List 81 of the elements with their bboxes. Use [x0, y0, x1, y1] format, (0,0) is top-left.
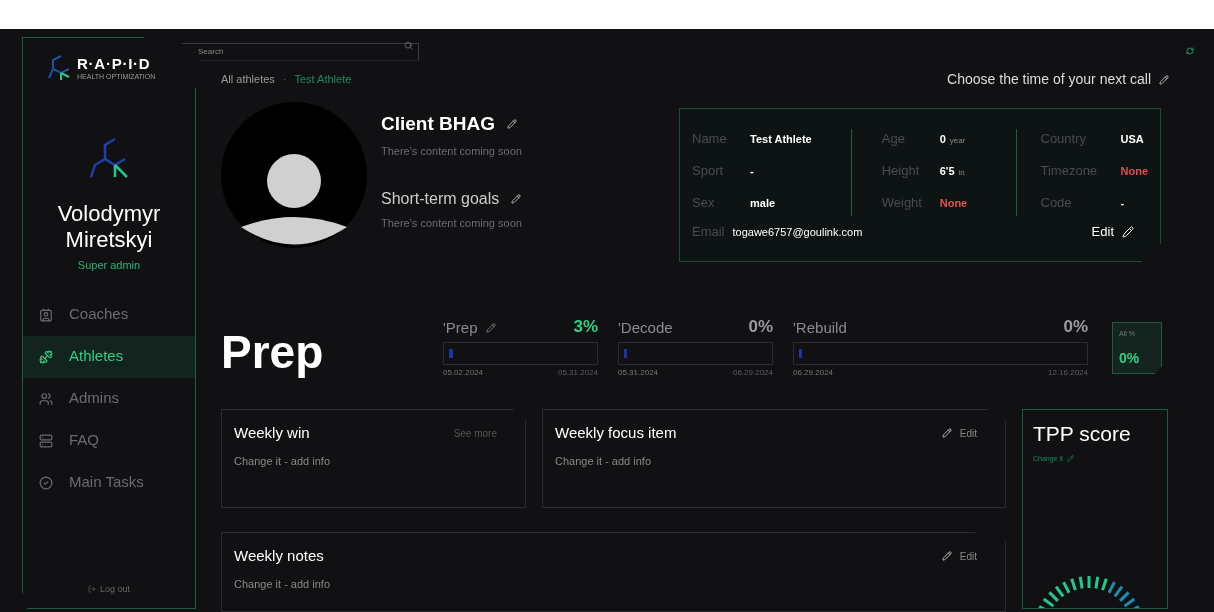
- field-value: -: [1120, 196, 1125, 211]
- edit-link[interactable]: Edit: [959, 548, 977, 564]
- pencil-icon[interactable]: [1066, 455, 1074, 463]
- field-value: USA: [1120, 132, 1144, 147]
- stack-icon: [39, 433, 53, 448]
- edit-link[interactable]: Edit: [959, 425, 977, 441]
- phase-percent: 0%: [748, 316, 773, 338]
- user-role: Super admin: [77, 258, 141, 273]
- field-label: Sport: [692, 162, 725, 180]
- field-value: None: [939, 196, 968, 211]
- logo-text: R·A·P·I·D: [77, 56, 152, 71]
- start-date: 05.02.2024: [443, 366, 484, 379]
- score-title: TPP score: [1033, 421, 1132, 447]
- nav-item[interactable]: Admins: [23, 377, 195, 420]
- start-date: 05.31.2024: [618, 366, 659, 379]
- field-label: Timezone: [1040, 162, 1099, 180]
- card-title: Weekly win: [234, 423, 310, 443]
- user-name: Volodymyr Miretskyi: [56, 201, 162, 253]
- pencil-icon[interactable]: [485, 323, 496, 334]
- card-title: Weekly focus item: [555, 423, 677, 443]
- nav-item[interactable]: Coaches: [23, 293, 195, 336]
- card-text: Change it - add info: [234, 576, 331, 592]
- breadcrumb-separator: ·: [282, 72, 287, 88]
- field-value: 0: [939, 132, 946, 147]
- goal-title: Short-term goals: [381, 189, 500, 209]
- check-circle-icon: [39, 475, 53, 490]
- phase-name: 'Rebuild: [793, 318, 847, 338]
- nav-item[interactable]: Athletes: [23, 335, 195, 378]
- nav-item[interactable]: FAQ: [23, 419, 195, 462]
- card-text: Change it - add info: [555, 453, 652, 469]
- field-value: Test Athlete: [750, 132, 812, 147]
- field-value: male: [750, 196, 776, 211]
- end-date: 05.31.2024: [557, 366, 598, 379]
- field-label: Email: [692, 223, 725, 241]
- phase-heading: Prep: [221, 325, 325, 380]
- unit-label: year: [949, 135, 966, 147]
- breadcrumb-link[interactable]: Test Athlete: [294, 71, 352, 88]
- breadcrumb-link[interactable]: All athletes: [221, 71, 275, 88]
- dumbbell-icon: [39, 349, 53, 364]
- email-value: togawe6757@goulink.com: [732, 225, 863, 240]
- field-value: None: [1120, 164, 1148, 179]
- see-more-link[interactable]: See more: [453, 425, 497, 441]
- card-text: Change it - add info: [234, 453, 331, 469]
- contact-card-icon: [39, 307, 53, 322]
- logout-button[interactable]: Log out: [88, 582, 130, 596]
- phase-percent: 0%: [1063, 316, 1088, 338]
- edit-button[interactable]: Edit: [1091, 222, 1134, 242]
- pencil-icon[interactable]: [941, 428, 952, 439]
- unit-label: in: [958, 167, 965, 179]
- pencil-icon[interactable]: [1159, 74, 1169, 85]
- next-call-text: Choose the time of your next call: [947, 70, 1151, 89]
- phase-name: 'Decode: [618, 318, 673, 338]
- field-label: Height: [881, 162, 921, 180]
- goal-title: Client BHAG: [381, 112, 495, 136]
- all-percent-value: 0%: [1119, 349, 1141, 368]
- field-label: Sex: [692, 194, 716, 212]
- field-label: Code: [1040, 194, 1073, 212]
- goal-text: There's content coming soon: [381, 143, 523, 159]
- end-date: 06.29.2024: [732, 366, 773, 379]
- nav-item[interactable]: Main Tasks: [23, 461, 195, 504]
- pencil-icon[interactable]: [941, 551, 952, 562]
- field-label: Country: [1040, 130, 1088, 148]
- pencil-icon[interactable]: [507, 119, 517, 130]
- field-label: Name: [692, 130, 728, 148]
- pencil-icon[interactable]: [511, 194, 522, 204]
- field-label: Weight: [881, 194, 923, 212]
- start-date: 06.29.2024: [793, 366, 834, 379]
- pencil-icon: [1122, 225, 1134, 238]
- phase-percent: 3%: [573, 316, 598, 338]
- end-date: 12.16.2024: [1047, 366, 1088, 379]
- users-icon: [39, 391, 53, 406]
- field-value: -: [750, 164, 754, 179]
- search-field[interactable]: Search: [181, 42, 419, 61]
- goal-text: There's content coming soon: [381, 216, 523, 231]
- field-label: Age: [881, 130, 906, 148]
- logout-icon: [88, 585, 96, 594]
- card-title: Weekly notes: [234, 546, 324, 566]
- phase-name: 'Prep: [443, 318, 478, 338]
- refresh-icon[interactable]: [1186, 47, 1194, 55]
- field-value: 6'5: [939, 164, 955, 179]
- search-icon: [404, 41, 413, 50]
